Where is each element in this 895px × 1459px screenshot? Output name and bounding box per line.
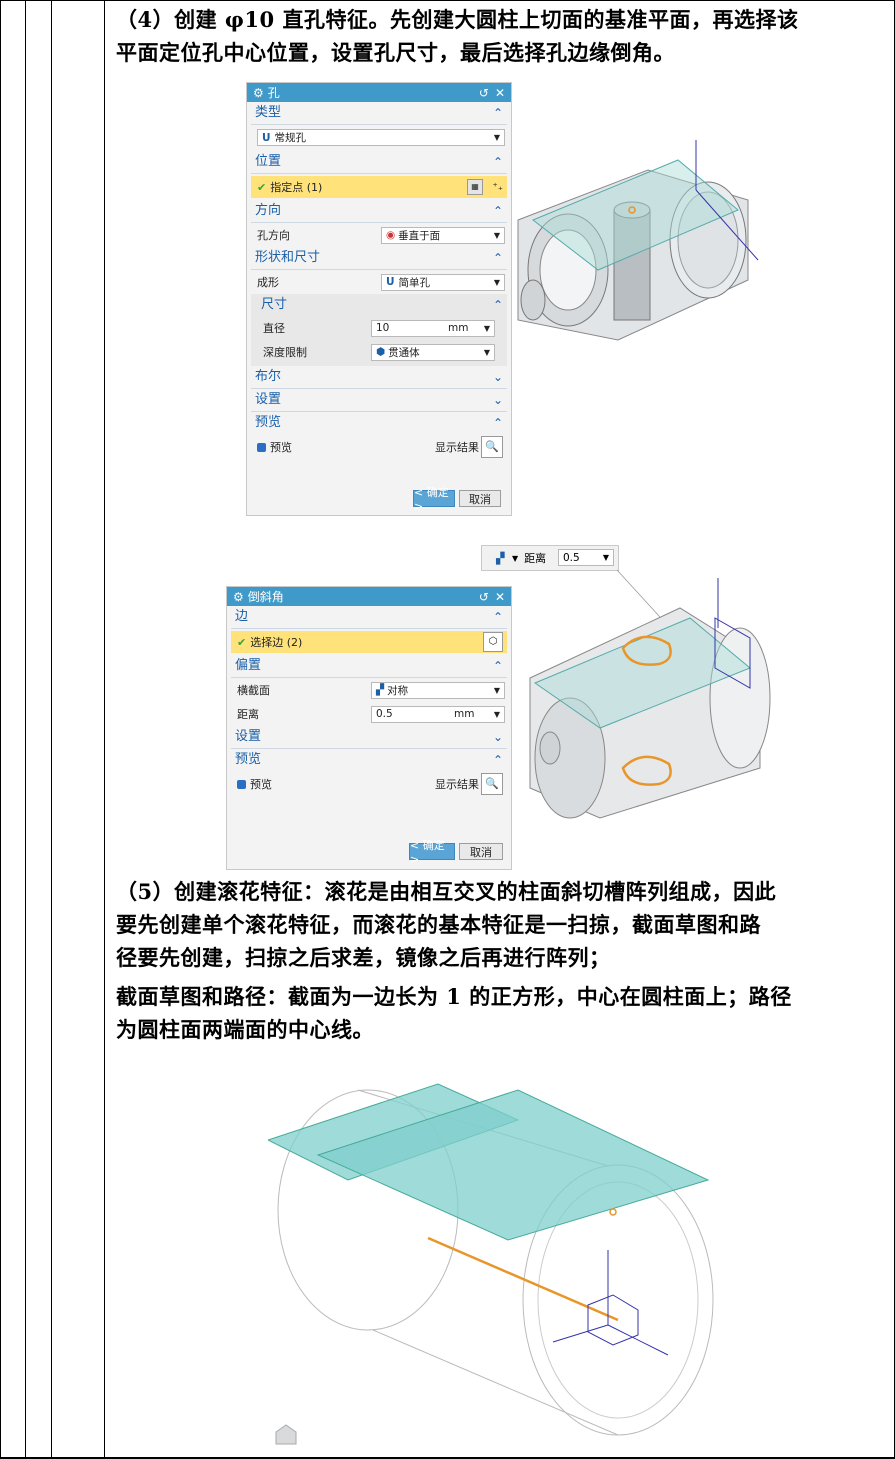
check-icon: ✔ [237,635,247,649]
cross-section-select[interactable]: ▞ 对称 ▼ [371,681,505,699]
magnifier-icon[interactable]: 🔍 [481,436,503,458]
section-settings[interactable]: 设置 ⌄ [251,389,507,412]
reset-icon[interactable]: ↺ [479,86,489,100]
close-icon[interactable]: ✕ [495,86,505,100]
gear-icon[interactable]: ⚙ [233,590,244,604]
point-dialog-icon[interactable]: ⁺₊ [492,182,503,193]
section-preview[interactable]: 预览 ⌃ [231,749,507,771]
preview-checkbox[interactable] [257,442,266,452]
symmetric-icon: ▞ [376,684,385,696]
close-icon[interactable]: ✕ [495,590,505,604]
section-settings[interactable]: 设置 ⌄ [231,726,507,749]
chamfer-type-icon[interactable]: ▞ [496,552,512,565]
section-edge[interactable]: 边 ⌃ [231,606,507,629]
through-body-icon: ⬢ [376,346,386,358]
step4-text: （4）创建 φ10 直孔特征。先创建大圆柱上切面的基准平面，再选择该 平面定位孔… [116,7,799,65]
check-icon: ✔ [257,180,267,194]
chamfer-dialog-titlebar: ⚙ 倒斜角 ↺ ✕ [227,587,511,606]
toolbar-distance-input[interactable]: 0.5 ▼ [558,549,614,566]
hole-model-view [517,140,759,341]
magnifier-icon[interactable]: 🔍 [481,773,503,795]
distance-input[interactable]: 0.5 mm ▼ [371,705,505,723]
section-offset[interactable]: 偏置 ⌃ [231,655,507,678]
column-divider-2 [51,0,52,1459]
depth-limit-select[interactable]: ⬢ 贯通体 ▼ [371,343,495,361]
select-edge-row[interactable]: ✔ 选择边 (2) ⬡ [231,631,507,653]
section-shape[interactable]: 形状和尺寸 ⌃ [251,247,507,270]
ok-button[interactable]: < 确定 > [413,486,455,513]
cancel-button[interactable]: 取消 [459,490,501,507]
chevron-up-icon: ⌃ [492,106,503,120]
section-size[interactable]: 尺寸 ⌃ [251,294,507,316]
gear-icon[interactable]: ⚙ [253,86,264,100]
preview-checkbox[interactable] [237,779,246,789]
section-direction[interactable]: 方向 ⌃ [251,200,507,223]
step5-text: （5）创建滚花特征：滚花是由相互交叉的柱面斜切槽阵列组成，因此 要先创建单个滚花… [116,879,792,1042]
cancel-button[interactable]: 取消 [459,843,503,860]
edge-select-icon[interactable]: ⬡ [483,632,503,652]
column-divider-1 [25,0,26,1459]
simple-hole-icon: U [386,276,395,288]
chevron-down-icon: ⌄ [492,393,503,407]
section-preview[interactable]: 预览 ⌃ [251,412,507,434]
hole-direction-select[interactable]: ◉ 垂直于面 ▼ [381,226,505,244]
hole-form-select[interactable]: U 简单孔 ▼ [381,273,505,291]
hole-type-select[interactable]: U 常规孔 ▼ [257,129,505,146]
knurl-path-model-view [268,1083,714,1445]
diameter-input[interactable]: 10 mm ▼ [371,319,495,337]
section-boolean[interactable]: 布尔 ⌄ [251,366,507,389]
section-type[interactable]: 类型 ⌃ [251,102,507,125]
hole-dialog-titlebar: ⚙ 孔 ↺ ✕ [247,83,511,102]
ok-button[interactable]: < 确定 > [409,839,455,866]
sketch-icon[interactable]: ▦ [467,179,483,195]
hole-dialog: ⚙ 孔 ↺ ✕ 类型 ⌃ U 常规孔 ▼ 位置 ⌃ ✔ 指定点 (1) ▦ ⁺₊ 方向… [246,82,512,516]
chamfer-dialog: ⚙ 倒斜角 ↺ ✕ 边 ⌃ ✔ 选择边 (2) ⬡ 偏置 ⌃ 横截面 ▞ 对称 ▼ 距离… [226,586,512,870]
dialog-title: 孔 [267,86,280,100]
column-divider-3 [104,0,105,1459]
section-position[interactable]: 位置 ⌃ [251,151,507,174]
chevron-down-icon: ⌄ [492,370,503,384]
normal-icon: ◉ [386,229,396,241]
reset-icon[interactable]: ↺ [479,590,489,604]
specify-point-row[interactable]: ✔ 指定点 (1) ▦ ⁺₊ [251,176,507,198]
hole-type-icon: U [262,131,271,144]
chamfer-model-view [529,569,771,819]
